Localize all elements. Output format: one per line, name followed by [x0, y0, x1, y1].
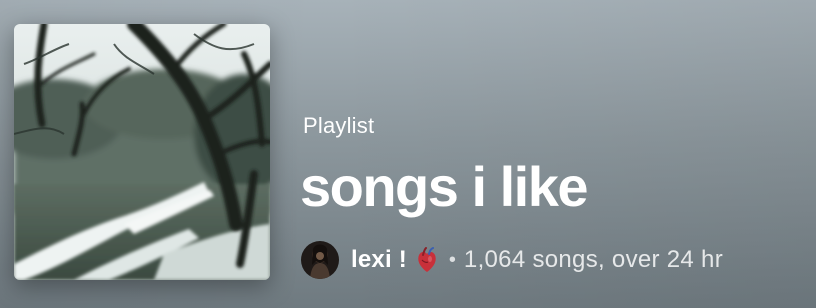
playlist-cover-image[interactable] [14, 24, 270, 280]
playlist-type-label: Playlist [303, 113, 375, 138]
playlist-stats: 1,064 songs, over 24 hr [463, 246, 723, 273]
meta-separator: • [448, 248, 456, 271]
playlist-title[interactable]: songs i like [300, 152, 589, 222]
playlist-meta: lexi ! • 1,064 songs, over 24 hr [301, 241, 723, 279]
anatomical-heart-icon [415, 246, 439, 274]
owner-name-link[interactable]: lexi ! [351, 246, 407, 274]
owner-avatar[interactable] [301, 241, 339, 279]
